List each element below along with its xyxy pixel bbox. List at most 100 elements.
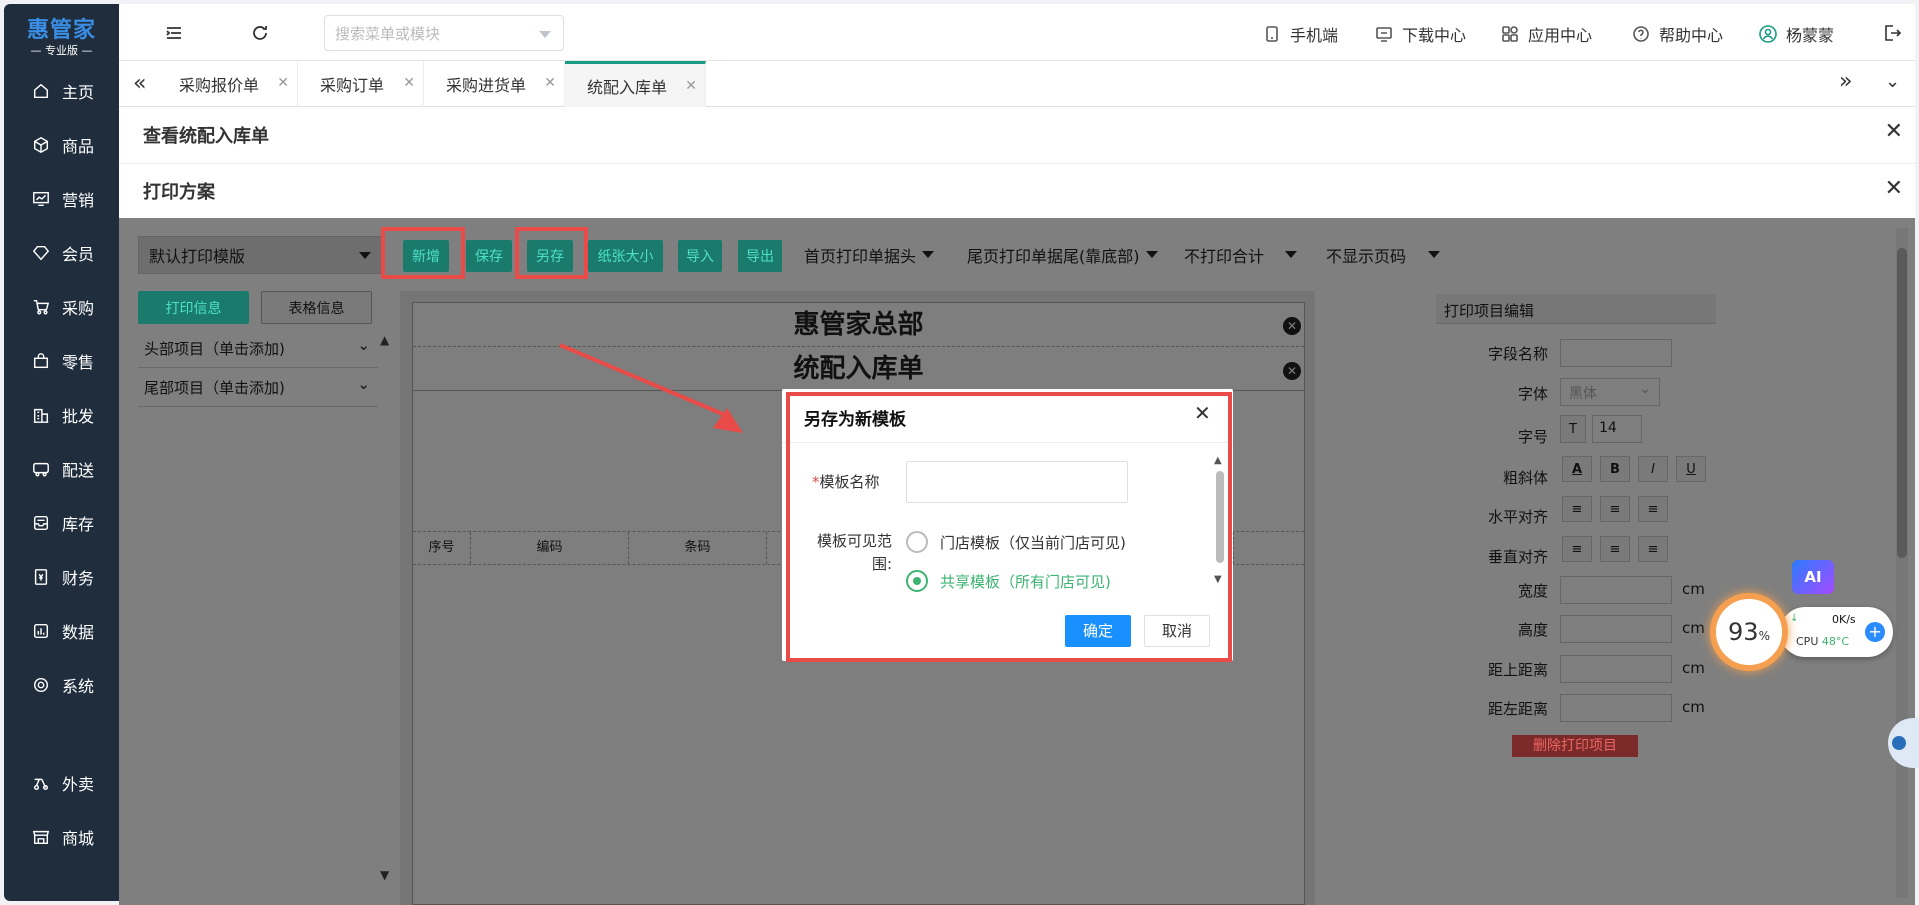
close-icon[interactable]: ✕ [544,75,556,91]
sidebar-item-purchase[interactable]: 采购 [4,288,119,326]
ai-assistant-button[interactable]: AI [1792,560,1834,594]
sidebar-item-marketing[interactable]: 营销 [4,180,119,218]
font-select[interactable]: 黑体 ⌄ [1560,378,1660,406]
valign-top-icon[interactable]: ≡ [1562,536,1592,562]
logout-icon[interactable] [1881,22,1903,44]
tab-purchase-quote[interactable]: 采购报价单 ✕ [157,61,298,107]
chevron-down-icon [1146,251,1158,258]
header-link-mobile[interactable]: 手机端 [1263,22,1338,46]
memory-usage-gauge[interactable]: 93% [1710,593,1788,671]
monitor-widget-panel[interactable]: ↓ 0K/s CPU 48°C + [1780,607,1893,657]
logo[interactable]: 惠管家 — 专业版 — [4,12,119,58]
close-icon[interactable]: ✕ [1885,119,1903,144]
sidebar-item-system[interactable]: 系统 [4,666,119,704]
paper-size-button[interactable]: 纸张大小 [588,240,663,272]
page-title: 查看统配入库单 [143,126,269,147]
settings-icon [33,677,49,693]
tab-purchase-order[interactable]: 采购订单 ✕ [298,61,424,107]
align-right-icon[interactable]: ≡ [1638,496,1668,522]
font-size-input[interactable]: 14 [1592,415,1642,443]
bold-button[interactable]: B [1600,456,1630,482]
close-icon[interactable]: ✕ [685,78,697,94]
tab-table-info[interactable]: 表格信息 [261,291,372,324]
plus-icon[interactable]: + [1865,622,1885,642]
top-distance-input[interactable] [1560,655,1672,683]
tabs-scroll-right-icon[interactable]: » [1839,69,1852,94]
cart-icon [33,299,50,315]
column-header[interactable]: 条码 [629,532,767,564]
close-icon[interactable]: ✕ [1885,176,1903,201]
column-header[interactable]: 序号 [413,532,471,564]
sidebar-item-mall[interactable]: 商城 [4,818,119,856]
chart-icon [33,623,49,639]
scroll-down-icon[interactable]: ▼ [380,868,389,882]
header-print-dropdown[interactable]: 首页打印单据头 [794,236,946,274]
top-bar: 搜索菜单或模块 手机端 下载中心 应用中心 帮助中心 杨蒙蒙 [119,4,1915,61]
refresh-icon[interactable] [249,22,271,44]
width-input[interactable] [1560,576,1672,604]
head-items-section[interactable]: 头部项目（单击添加) ⌄ [138,336,378,368]
help-icon [1633,26,1649,42]
valign-bottom-icon[interactable]: ≡ [1638,536,1668,562]
cpu-label: CPU 48°C [1796,635,1849,648]
total-print-dropdown[interactable]: 不打印合计 [1174,236,1309,274]
page-number-dropdown[interactable]: 不显示页码 [1316,236,1452,274]
header-link-apps[interactable]: 应用中心 [1501,22,1592,46]
close-icon[interactable]: ✕ [277,75,289,91]
height-label: 高度 [1517,621,1548,639]
unit-label: cm [1682,659,1705,677]
valign-middle-icon[interactable]: ≡ [1600,536,1630,562]
import-button[interactable]: 导入 [678,240,722,272]
sidebar-item-home[interactable]: 主页 [4,72,119,110]
sidebar-item-finance[interactable]: 财务 [4,558,119,596]
remove-item-icon[interactable]: ✕ [1283,317,1301,335]
sidebar-item-wholesale[interactable]: 批发 [4,396,119,434]
column-header[interactable]: 编码 [471,532,629,564]
save-template-button[interactable]: 保存 [466,240,512,272]
menu-collapse-icon[interactable] [163,22,185,44]
align-center-icon[interactable]: ≡ [1600,496,1630,522]
user-menu[interactable]: 杨蒙蒙 [1759,22,1834,46]
scrollbar[interactable] [1896,228,1908,898]
height-input[interactable] [1560,615,1672,643]
tabs-scroll-left-icon[interactable]: « [133,71,146,96]
underline-button[interactable]: U [1676,456,1706,482]
footer-print-dropdown[interactable]: 尾页打印单据尾(靠底部) [957,236,1170,274]
download-arrow-icon: ↓ [1790,613,1799,624]
tab-purchase-receipt[interactable]: 采购进货单 ✕ [424,61,565,107]
header-link-help[interactable]: 帮助中心 [1632,22,1723,46]
cpu-text: CPU [1796,635,1819,648]
field-name-input[interactable] [1560,339,1672,367]
delete-print-item-button[interactable]: 删除打印项目 [1512,735,1638,757]
remove-item-icon[interactable]: ✕ [1283,362,1301,380]
template-select[interactable]: 默认打印模版 [138,236,384,274]
tab-distribution-inbound[interactable]: 统配入库单 ✕ [565,61,706,107]
tabs-menu-chevron-icon[interactable]: ⌄ [1885,71,1900,92]
download-icon [1376,27,1392,42]
left-distance-input[interactable] [1560,694,1672,722]
sidebar-item-data[interactable]: 数据 [4,612,119,650]
tab-print-info[interactable]: 打印信息 [138,291,249,324]
scroll-up-icon[interactable]: ▲ [380,333,389,347]
company-name-item[interactable]: 惠管家总部 [413,303,1304,347]
export-button[interactable]: 导出 [738,240,782,272]
sidebar-item-delivery[interactable]: 配送 [4,450,119,488]
scrollbar-thumb[interactable] [1897,248,1907,558]
header-link-download[interactable]: 下载中心 [1375,22,1466,46]
bold-underline-button[interactable]: A [1562,456,1592,482]
sidebar-item-retail[interactable]: 零售 [4,342,119,380]
user-avatar-icon [1759,25,1777,43]
sidebar-item-goods[interactable]: 商品 [4,126,119,164]
menu-search-input[interactable]: 搜索菜单或模块 [324,15,564,51]
sidebar-item-takeout[interactable]: 外卖 [4,764,119,802]
doc-title-item[interactable]: 统配入库单 [413,347,1304,391]
bag-icon [33,353,49,369]
sidebar-item-member[interactable]: 会员 [4,234,119,272]
align-left-icon[interactable]: ≡ [1562,496,1592,522]
sidebar-item-inventory[interactable]: 库存 [4,504,119,542]
unit-label: cm [1682,580,1705,598]
close-icon[interactable]: ✕ [403,75,415,91]
italic-button[interactable]: I [1638,456,1668,482]
foot-items-section[interactable]: 尾部项目（单击添加) ⌄ [138,375,378,407]
v-align-label: 垂直对齐 [1487,548,1548,566]
